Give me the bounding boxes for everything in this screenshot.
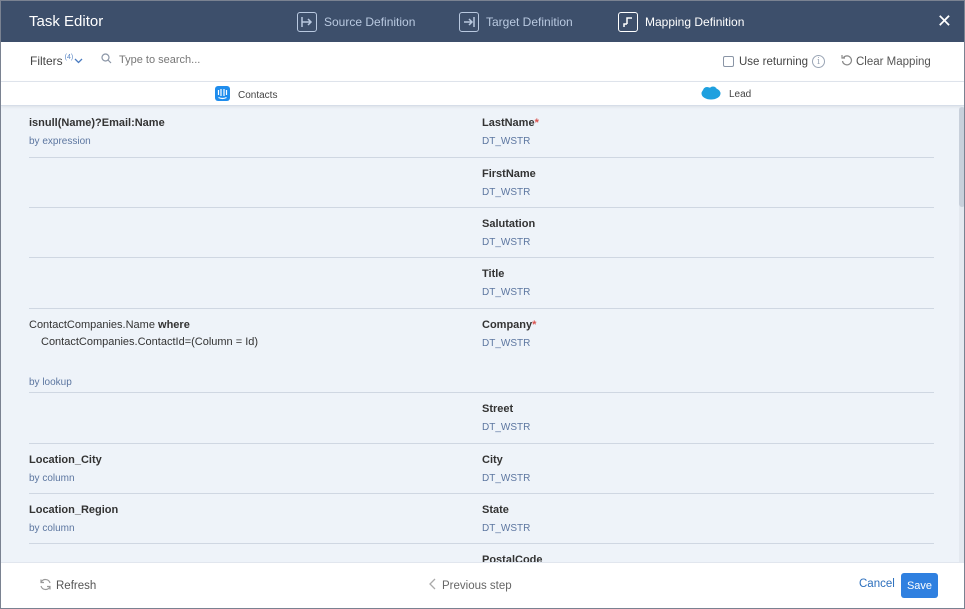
mapping-row[interactable]: Title DT_WSTR [29, 258, 934, 309]
clear-mapping-button[interactable]: Clear Mapping [841, 54, 931, 69]
target-cell: Salutation DT_WSTR [482, 218, 535, 248]
mapping-row[interactable]: ContactCompanies.Name where ContactCompa… [29, 309, 934, 393]
salesforce-icon [701, 86, 721, 103]
step-mapping-definition[interactable]: Mapping Definition [618, 11, 744, 33]
use-returning-option: Use returning i [723, 55, 826, 68]
connector-header: Contacts Lead [1, 82, 964, 106]
task-editor-window: Task Editor Source Definition Target Def… [0, 0, 965, 609]
mapping-row[interactable]: PostalCode DT_WSTR [29, 544, 934, 562]
target-field-type: DT_WSTR [482, 523, 531, 534]
step-target-definition[interactable]: Target Definition [459, 11, 573, 33]
target-field-type: DT_WSTR [482, 237, 531, 248]
use-returning-checkbox[interactable] [723, 56, 734, 67]
target-cell: FirstName DT_WSTR [482, 168, 536, 198]
step-label: Target Definition [486, 15, 573, 29]
required-marker: * [534, 117, 539, 129]
scrollbar-thumb[interactable] [959, 107, 964, 207]
target-field-name: State [482, 504, 509, 516]
target-cell: Street DT_WSTR [482, 403, 530, 433]
target-field-name: Salutation [482, 218, 536, 230]
chevron-down-icon [74, 56, 83, 67]
search-input[interactable] [119, 54, 319, 66]
source-cell[interactable]: isnull(Name)?Email:Name by expression [29, 117, 459, 147]
step-label: Mapping Definition [645, 15, 745, 29]
reset-icon [841, 54, 853, 69]
source-expression: isnull(Name)?Email:Name [29, 117, 165, 129]
target-field-name: LastName* [482, 117, 539, 129]
source-connector-name: Contacts [238, 89, 278, 101]
target-field-type: DT_WSTR [482, 136, 531, 147]
target-cell: Company* DT_WSTR [482, 319, 536, 349]
source-column: Location_Region [29, 504, 119, 516]
previous-step-label: Previous step [442, 579, 512, 592]
filters-label: Filters [30, 54, 63, 68]
step-source-definition[interactable]: Source Definition [297, 11, 415, 33]
close-icon[interactable]: ✕ [937, 12, 952, 30]
source-cell[interactable]: ContactCompanies.Name where ContactCompa… [29, 319, 459, 388]
target-field-name: City [482, 454, 503, 466]
target-field-type: DT_WSTR [482, 187, 531, 198]
target-definition-icon [459, 12, 479, 32]
filters-dropdown[interactable]: Filters (4) [30, 54, 83, 68]
vertical-scrollbar[interactable] [959, 107, 964, 562]
target-field-name: Title [482, 268, 505, 280]
source-cell[interactable]: Location_Region by column [29, 504, 459, 534]
refresh-label: Refresh [56, 580, 97, 592]
window-title: Task Editor [29, 13, 104, 30]
cancel-button[interactable]: Cancel [859, 578, 895, 590]
target-cell: PostalCode DT_WSTR [482, 554, 543, 562]
clear-mapping-label: Clear Mapping [856, 55, 931, 68]
chevron-left-icon [429, 578, 436, 593]
mapping-row[interactable]: isnull(Name)?Email:Name by expression La… [29, 107, 934, 158]
source-kind: by expression [29, 136, 91, 147]
refresh-button[interactable]: Refresh [39, 578, 96, 594]
target-field-name: Street [482, 403, 514, 415]
target-field-name: PostalCode [482, 554, 543, 562]
use-returning-label[interactable]: Use returning [739, 56, 808, 68]
mapping-row[interactable]: Street DT_WSTR [29, 393, 934, 444]
target-cell: LastName* DT_WSTR [482, 117, 539, 147]
required-marker: * [532, 319, 537, 331]
mapping-row[interactable]: Location_City by column City DT_WSTR [29, 444, 934, 494]
source-connector: Contacts [215, 86, 277, 104]
mapping-row[interactable]: Location_Region by column State DT_WSTR [29, 494, 934, 544]
filters-count-badge: (4) [64, 53, 74, 61]
step-label: Source Definition [324, 15, 416, 29]
source-kind: by column [29, 523, 75, 534]
save-button[interactable]: Save [901, 573, 938, 598]
mapping-definition-icon [618, 12, 638, 32]
footer: Refresh Previous step Cancel Save [1, 562, 964, 608]
target-field-name: FirstName [482, 168, 536, 180]
mapping-row[interactable]: Salutation DT_WSTR [29, 208, 934, 258]
source-definition-icon [297, 12, 317, 32]
source-column: Location_City [29, 454, 102, 466]
refresh-icon [39, 578, 52, 594]
target-cell: City DT_WSTR [482, 454, 530, 484]
target-field-type: DT_WSTR [482, 287, 531, 298]
source-kind: by column [29, 473, 75, 484]
target-cell: State DT_WSTR [482, 504, 530, 534]
info-icon[interactable]: i [812, 55, 826, 68]
search-box [101, 53, 319, 67]
source-kind: by lookup [29, 377, 72, 388]
target-field-name: Company* [482, 319, 537, 331]
lookup-column: ContactCompanies.Name where [29, 319, 190, 331]
header: Task Editor Source Definition Target Def… [1, 1, 964, 42]
target-connector-name: Lead [729, 89, 752, 100]
previous-step-button[interactable]: Previous step [429, 578, 512, 593]
mapping-list: isnull(Name)?Email:Name by expression La… [1, 107, 959, 562]
mapping-row[interactable]: FirstName DT_WSTR [29, 158, 934, 208]
source-cell[interactable]: Location_City by column [29, 454, 459, 484]
search-icon [101, 53, 112, 67]
target-cell: Title DT_WSTR [482, 268, 530, 298]
toolbar: Filters (4) Use returning i Clear Mappin… [1, 42, 964, 82]
target-field-type: DT_WSTR [482, 338, 531, 349]
lookup-condition: ContactCompanies.ContactId=(Column = Id) [41, 336, 259, 348]
target-field-type: DT_WSTR [482, 473, 531, 484]
target-connector: Lead [701, 86, 751, 103]
target-field-type: DT_WSTR [482, 422, 531, 433]
intercom-icon [215, 86, 230, 104]
